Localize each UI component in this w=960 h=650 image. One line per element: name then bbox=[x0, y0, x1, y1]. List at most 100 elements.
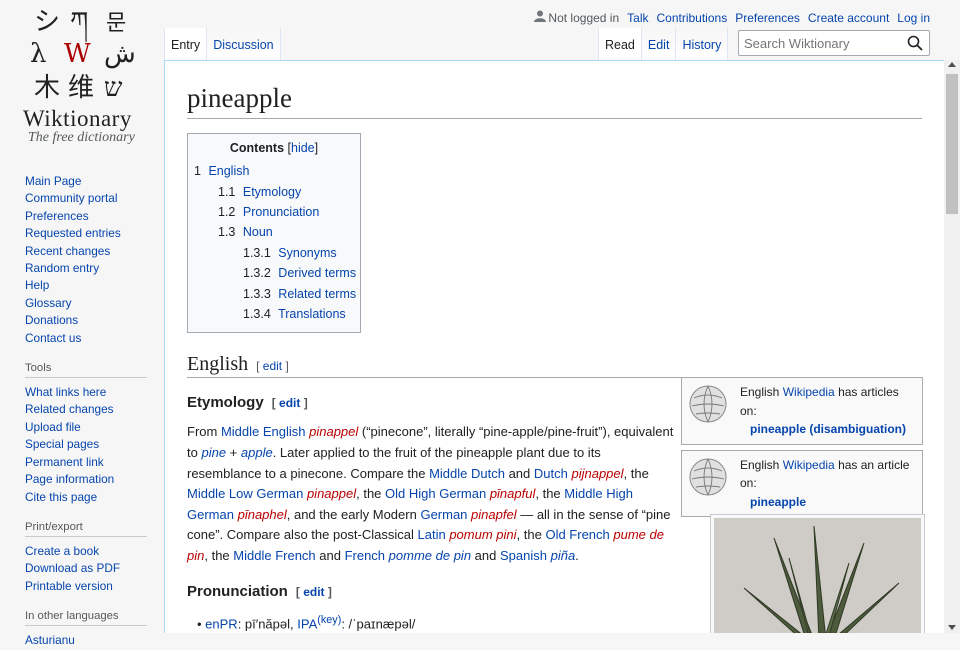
etymology-link[interactable]: Middle French bbox=[233, 548, 315, 563]
toc-link[interactable]: Derived terms bbox=[278, 266, 356, 280]
sidebar-item-upload-file[interactable]: Upload file bbox=[25, 419, 155, 436]
toc-item-synonyms[interactable]: 1.3.1 Synonyms bbox=[194, 243, 354, 263]
etymology-term[interactable]: pine bbox=[201, 445, 226, 460]
toc-link[interactable]: Synonyms bbox=[278, 246, 336, 260]
sidebar-item-printable-version[interactable]: Printable version bbox=[25, 578, 155, 595]
edit-section-etymology[interactable]: [ edit ] bbox=[272, 396, 308, 410]
etymology-term[interactable]: pinappel bbox=[307, 486, 356, 501]
page-scrollbar[interactable] bbox=[944, 60, 960, 633]
toc-item-translations[interactable]: 1.3.4 Translations bbox=[194, 304, 354, 324]
etymology-link[interactable]: Middle English bbox=[221, 424, 306, 439]
sidebar-item-donations[interactable]: Donations bbox=[25, 312, 155, 329]
toc-item-noun[interactable]: 1.3 Noun bbox=[194, 222, 354, 242]
tab-read[interactable]: Read bbox=[598, 28, 642, 60]
personal-link-preferences[interactable]: Preferences bbox=[735, 11, 800, 25]
tab-discussion[interactable]: Discussion bbox=[207, 28, 281, 60]
sidebar-item-preferences[interactable]: Preferences bbox=[25, 208, 155, 225]
etymology-link[interactable]: Old French bbox=[545, 527, 609, 542]
sidebar-item-related-changes[interactable]: Related changes bbox=[25, 401, 155, 418]
tab-entry[interactable]: Entry bbox=[164, 28, 208, 60]
etymology-link[interactable]: Dutch bbox=[534, 466, 568, 481]
tab-history[interactable]: History bbox=[676, 28, 729, 60]
toc-hide-toggle[interactable]: [hide] bbox=[288, 141, 319, 155]
personal-link-create-account[interactable]: Create account bbox=[808, 11, 889, 25]
toc-link[interactable]: English bbox=[208, 164, 249, 178]
logo-wordmark: Wiktionary bbox=[23, 106, 132, 131]
edit-section-pronunciation[interactable]: [ edit ] bbox=[296, 585, 332, 599]
search-input[interactable] bbox=[739, 35, 899, 51]
wikipedia-article-link[interactable]: pineapple bbox=[740, 493, 916, 512]
pineapple-thumbnail[interactable] bbox=[710, 514, 925, 633]
etymology-term[interactable]: apple bbox=[241, 445, 273, 460]
scroll-up-icon[interactable] bbox=[948, 62, 956, 67]
sidebar-item-random-entry[interactable]: Random entry bbox=[25, 260, 155, 277]
edit-link[interactable]: edit bbox=[263, 359, 282, 373]
wikipedia-box: English Wikipedia has articles on: pinea… bbox=[681, 377, 923, 445]
scrollbar-thumb[interactable] bbox=[946, 74, 958, 214]
sidebar-item-permanent-link[interactable]: Permanent link bbox=[25, 454, 155, 471]
ipa-key-link[interactable]: (key) bbox=[317, 614, 341, 626]
etymology-link[interactable]: Spanish bbox=[500, 548, 547, 563]
sidebar-item-special-pages[interactable]: Special pages bbox=[25, 436, 155, 453]
sidebar-heading-languages[interactable]: In other languages bbox=[25, 610, 147, 627]
search-icon[interactable] bbox=[907, 35, 923, 56]
toc-link[interactable]: Noun bbox=[243, 225, 273, 239]
sidebar-item-contact-us[interactable]: Contact us bbox=[25, 330, 155, 347]
heading-english-text: English bbox=[187, 353, 249, 376]
sidebar-heading-print-export[interactable]: Print/export bbox=[25, 521, 147, 537]
sidebar-item-language[interactable]: Asturianu bbox=[25, 632, 155, 649]
edit-link[interactable]: edit bbox=[303, 585, 324, 599]
edit-link[interactable]: edit bbox=[279, 396, 300, 410]
sidebar-item-cite-this-page[interactable]: Cite this page bbox=[25, 489, 155, 506]
sidebar-item-help[interactable]: Help bbox=[25, 277, 155, 294]
personal-link-talk[interactable]: Talk bbox=[627, 11, 648, 25]
sidebar-item-download-pdf[interactable]: Download as PDF bbox=[25, 560, 155, 577]
etymology-term[interactable]: piña bbox=[551, 548, 576, 563]
sidebar-item-create-book[interactable]: Create a book bbox=[25, 543, 155, 560]
wikipedia-link[interactable]: Wikipedia bbox=[783, 385, 835, 399]
toc-item-derived-terms[interactable]: 1.3.2 Derived terms bbox=[194, 263, 356, 283]
etymology-link[interactable]: French bbox=[345, 548, 385, 563]
enpr-link[interactable]: enPR bbox=[205, 616, 238, 631]
etymology-term[interactable]: pīnapful bbox=[490, 486, 536, 501]
etymology-term[interactable]: pomum pini bbox=[449, 527, 516, 542]
toc-link[interactable]: Pronunciation bbox=[243, 205, 319, 219]
scroll-down-icon[interactable] bbox=[948, 625, 956, 630]
toc-hide-link[interactable]: hide bbox=[291, 141, 315, 155]
etymology-term[interactable]: pīnaphel bbox=[238, 507, 287, 522]
toc-link[interactable]: Related terms bbox=[278, 287, 356, 301]
edit-section-english[interactable]: [ edit ] bbox=[256, 359, 289, 373]
toc-link[interactable]: Etymology bbox=[243, 185, 301, 199]
sidebar-item-main-page[interactable]: Main Page bbox=[25, 173, 155, 190]
sidebar-heading-tools[interactable]: Tools bbox=[25, 362, 147, 379]
svg-text:W: W bbox=[64, 39, 91, 69]
sidebar-item-recent-changes[interactable]: Recent changes bbox=[25, 243, 155, 260]
etymology-term[interactable]: pijnappel bbox=[571, 466, 623, 481]
tab-edit[interactable]: Edit bbox=[641, 28, 677, 60]
personal-link-log-in[interactable]: Log in bbox=[897, 11, 930, 25]
wiktionary-logo[interactable]: シ ཀ 문 λ W ش 木 维 ש Wiktionary The free di… bbox=[0, 0, 160, 160]
toc-item-related-terms[interactable]: 1.3.3 Related terms bbox=[194, 284, 356, 304]
sidebar-item-what-links-here[interactable]: What links here bbox=[25, 384, 155, 401]
personal-link-contributions[interactable]: Contributions bbox=[656, 11, 727, 25]
wikipedia-link[interactable]: Wikipedia bbox=[783, 458, 835, 472]
wikipedia-article-link[interactable]: pineapple (disambiguation) bbox=[740, 420, 916, 439]
etymology-link[interactable]: Old High German bbox=[385, 486, 486, 501]
etymology-link[interactable]: Middle Low German bbox=[187, 486, 303, 501]
sidebar-item-requested-entries[interactable]: Requested entries bbox=[25, 225, 155, 242]
ipa-link[interactable]: IPA bbox=[297, 616, 317, 631]
sidebar-item-page-information[interactable]: Page information bbox=[25, 471, 155, 488]
toc-item-english[interactable]: 1 English bbox=[194, 161, 354, 181]
toc-item-pronunciation[interactable]: 1.2 Pronunciation bbox=[194, 202, 354, 222]
etymology-term[interactable]: pinapfel bbox=[471, 507, 517, 522]
etymology-term[interactable]: pinappel bbox=[309, 424, 358, 439]
sidebar-item-community-portal[interactable]: Community portal bbox=[25, 190, 155, 207]
etymology-link[interactable]: Middle Dutch bbox=[429, 466, 505, 481]
etymology-link[interactable]: Latin bbox=[418, 527, 446, 542]
bullet: • bbox=[197, 615, 206, 631]
etymology-term[interactable]: pomme de pin bbox=[389, 548, 471, 563]
etymology-link[interactable]: German bbox=[420, 507, 467, 522]
sidebar-item-glossary[interactable]: Glossary bbox=[25, 295, 155, 312]
toc-item-etymology[interactable]: 1.1 Etymology bbox=[194, 182, 354, 202]
toc-link[interactable]: Translations bbox=[278, 307, 346, 321]
